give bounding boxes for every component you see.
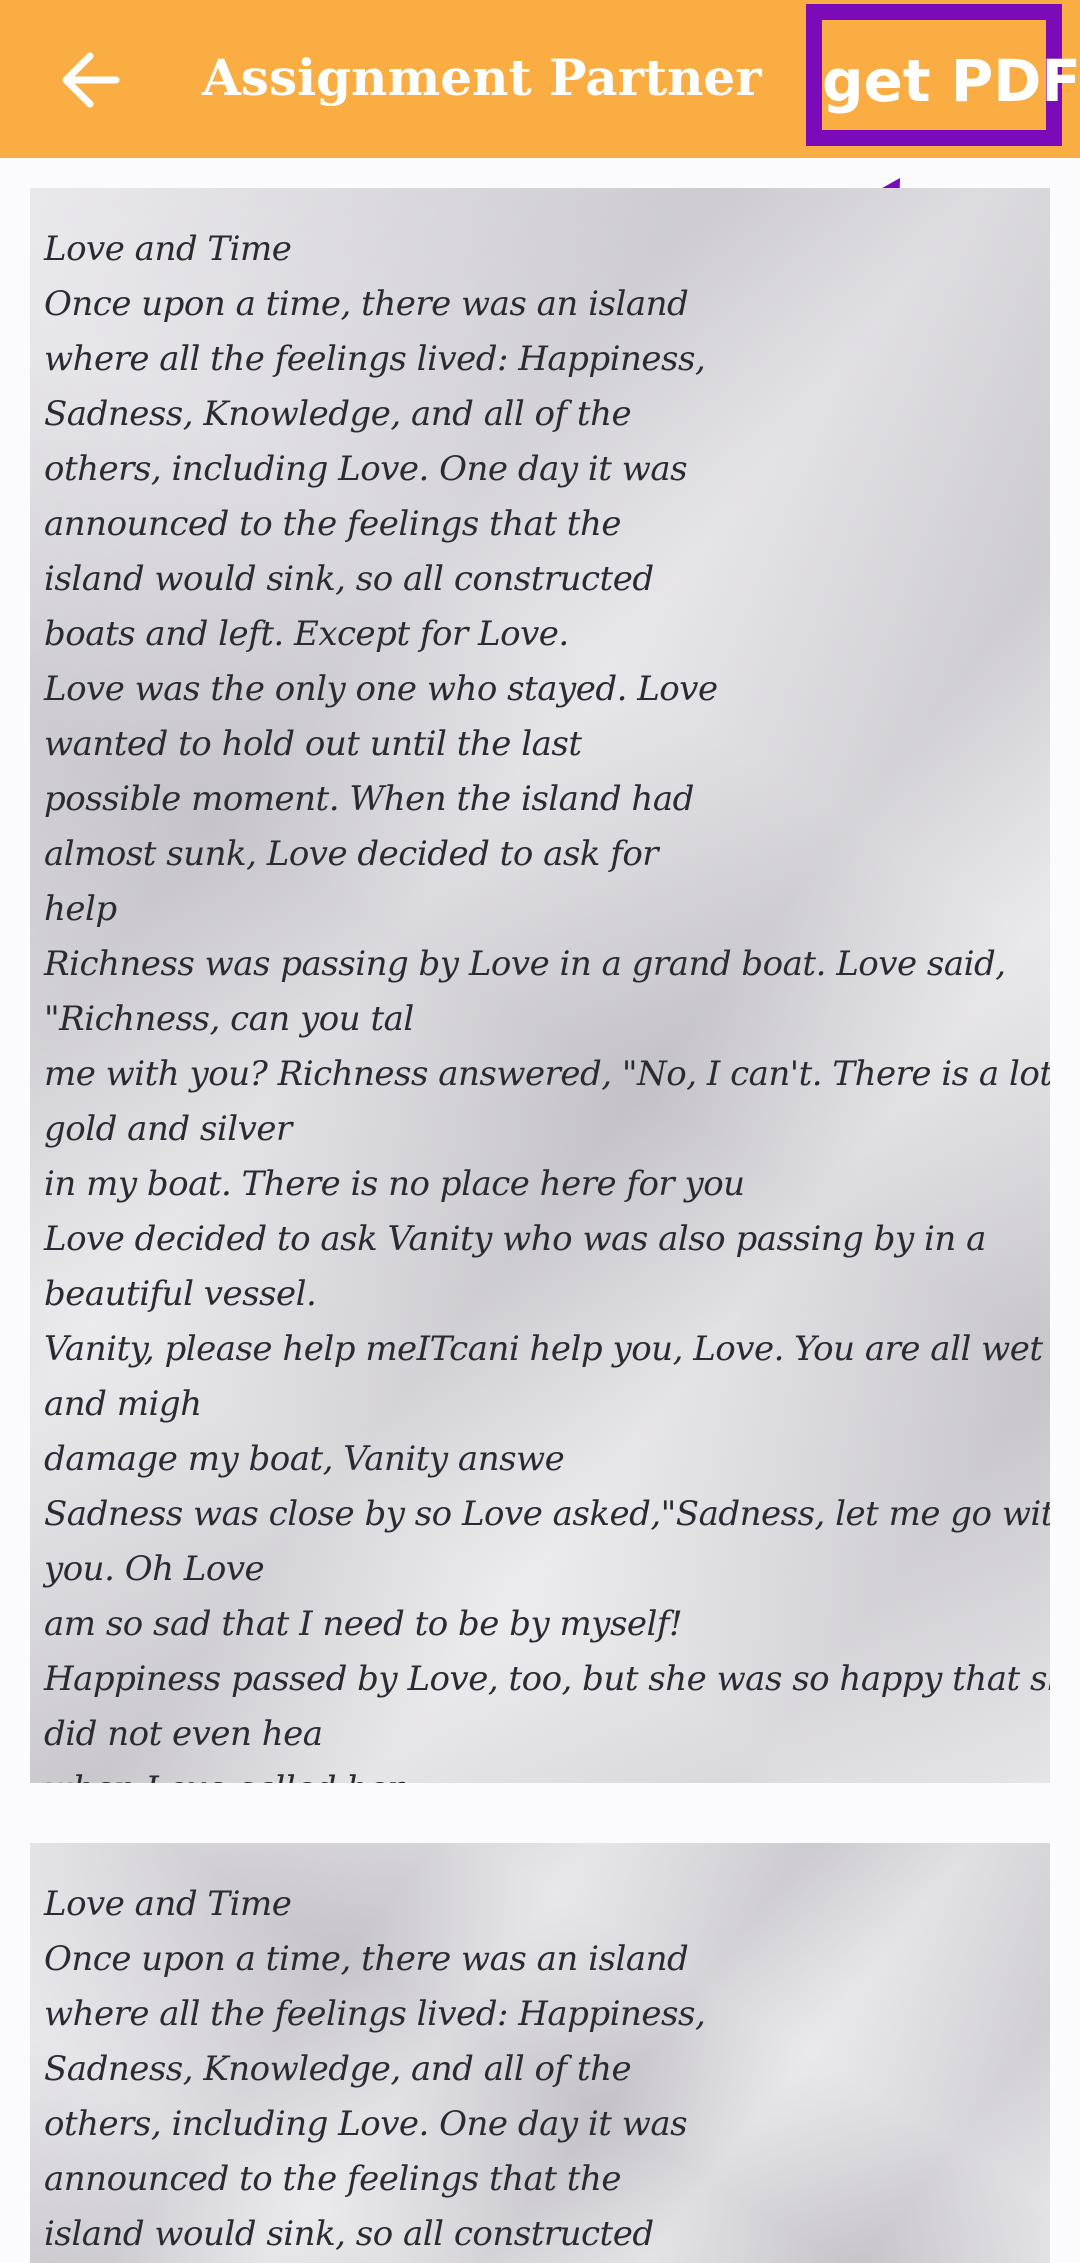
text-line: announced to the feelings that the [44,2159,621,2199]
handwritten-page-2: Love and Time Once upon a time, there wa… [30,1843,1050,2263]
text-line: beautiful vessel. [44,1274,317,1314]
text-line: where all the feelings lived: Happiness, [44,1994,706,2034]
page-1-text: Love and Time Once upon a time, there wa… [44,222,1050,1783]
text-line: Love was the only one who stayed. Love [44,669,718,709]
text-line: possible moment. When the island had [44,779,694,819]
text-line: Love and Time [44,229,292,269]
text-line: Love and Time [44,1884,292,1924]
text-line: Once upon a time, there was an island [44,1939,689,1979]
text-line: Love decided to ask Vanity who was also … [44,1219,986,1259]
text-line: others, including Love. One day it was [44,449,688,489]
text-line: island would sink, so all constructed [44,559,654,599]
text-line: Richness was passing by Love in a grand … [44,944,1006,984]
text-line: Happiness passed by Love, too, but she w… [44,1659,1050,1699]
text-line: gold and silver [44,1109,292,1149]
text-line: when Love called her [44,1762,1042,1783]
text-line: others, including Love. One day it was [44,2104,688,2144]
arrow-left-icon [62,52,120,108]
text-line: almost sunk, Love decided to ask for [44,834,659,874]
app-title: Assignment Partner [202,48,762,107]
text-line: where all the feelings lived: Happiness, [44,339,706,379]
text-line: Vanity, please help meITcani help you, L… [44,1329,1043,1369]
text-line: "Richness, can you tal [44,999,414,1039]
text-line: me with you? Richness answered, "No, I c… [44,1054,1050,1094]
text-line: damage my boat, Vanity answe [44,1439,565,1479]
app-bar: Assignment Partner get PDF [0,0,1080,158]
text-line: Once upon a time, there was an island [44,284,689,324]
text-line: Sadness, Knowledge, and all of the [44,394,632,434]
handwritten-page-1: Love and Time Once upon a time, there wa… [30,188,1050,1783]
get-pdf-button-label: get PDF [822,47,1080,115]
text-line: island would sink, so all constructed [44,2214,654,2254]
text-line: in my boat. There is no place here for y… [44,1164,745,1204]
get-pdf-button[interactable]: get PDF [806,4,1080,146]
text-line: am so sad that I need to be by myself! [44,1604,683,1644]
back-button[interactable] [52,40,132,120]
text-line: help [44,889,117,929]
text-line: you. Oh Love [44,1549,265,1589]
text-line: Sadness was close by so Love asked,"Sadn… [44,1494,1050,1534]
text-line: Sadness, Knowledge, and all of the [44,2049,632,2089]
text-line: wanted to hold out until the last [44,724,582,764]
text-line: announced to the feelings that the [44,504,621,544]
text-line: boats and left. Except for Love. [44,614,569,654]
text-line: did not even hea [44,1714,323,1754]
text-line: and migh [44,1384,202,1424]
page-2-text: Love and Time Once upon a time, there wa… [44,1877,1042,2262]
